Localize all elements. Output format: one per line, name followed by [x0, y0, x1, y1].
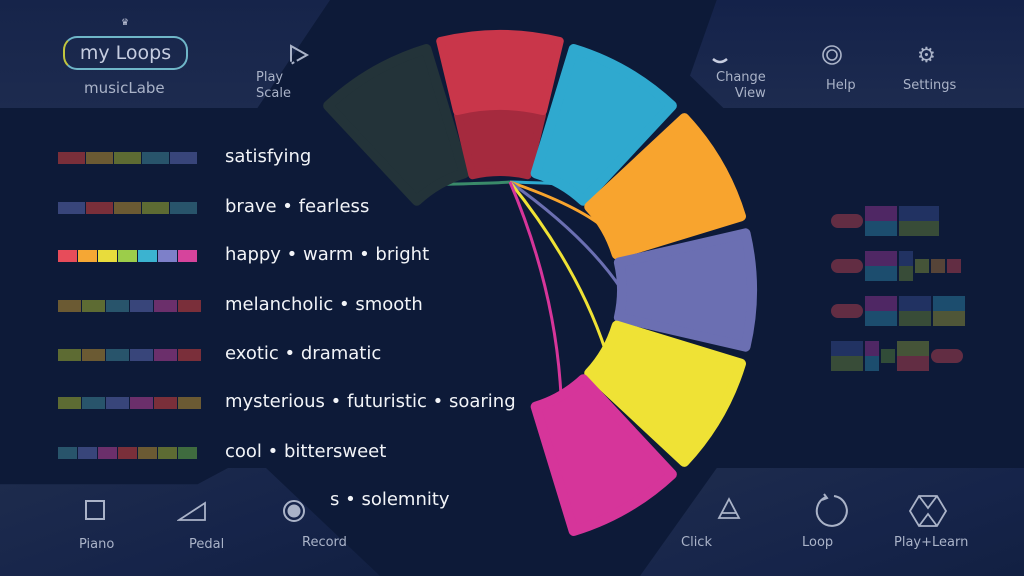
play-learn-label[interactable]: Play+Learn: [894, 535, 968, 551]
mood-label[interactable]: s • solemnity: [330, 489, 450, 510]
pad-red-inner[interactable]: [453, 106, 547, 180]
play-learn-hexagon-icon[interactable]: [908, 494, 948, 532]
pedal-triangle-icon[interactable]: [175, 500, 207, 526]
pedal-label[interactable]: Pedal: [189, 537, 224, 553]
record-label[interactable]: Record: [302, 535, 347, 551]
loop-icon[interactable]: [814, 493, 850, 533]
pad-red-outer[interactable]: [436, 30, 564, 116]
loop-label[interactable]: Loop: [802, 535, 833, 551]
metronome-icon[interactable]: [717, 497, 741, 525]
click-label[interactable]: Click: [681, 535, 712, 551]
record-icon[interactable]: [282, 499, 306, 527]
piano-label[interactable]: Piano: [79, 537, 114, 553]
piano-square-icon[interactable]: [85, 500, 105, 520]
